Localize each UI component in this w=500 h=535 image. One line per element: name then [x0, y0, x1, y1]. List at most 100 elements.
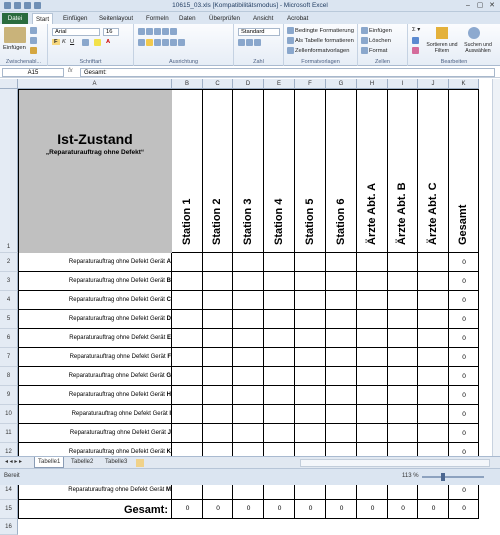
- cell[interactable]: [418, 348, 449, 367]
- font-color-button[interactable]: A: [106, 39, 110, 45]
- horizontal-scrollbar[interactable]: [300, 459, 490, 467]
- cell[interactable]: [203, 348, 233, 367]
- column-header-10[interactable]: K: [449, 79, 479, 89]
- cell[interactable]: [233, 272, 264, 291]
- cell[interactable]: [388, 310, 418, 329]
- merge-center-icon[interactable]: [178, 39, 185, 46]
- formula-input[interactable]: Gesamt:: [80, 68, 495, 77]
- cell[interactable]: [172, 424, 203, 443]
- cell[interactable]: [172, 329, 203, 348]
- cell[interactable]: [357, 424, 388, 443]
- column-header-7[interactable]: H: [357, 79, 388, 89]
- row-header-6[interactable]: 6: [0, 329, 18, 348]
- format-as-table-button[interactable]: Als Tabelle formatieren: [287, 37, 354, 44]
- sheet-tab-tabelle3[interactable]: Tabelle3: [102, 457, 130, 468]
- row-header-5[interactable]: 5: [0, 310, 18, 329]
- fill-color-icon[interactable]: [94, 39, 101, 46]
- cell[interactable]: [357, 310, 388, 329]
- tab-ansicht[interactable]: Ansicht: [250, 13, 276, 24]
- format-painter-icon[interactable]: [30, 47, 37, 54]
- cell[interactable]: [388, 348, 418, 367]
- cell[interactable]: [233, 405, 264, 424]
- wrap-text-icon[interactable]: [170, 28, 177, 35]
- row-header-11[interactable]: 11: [0, 424, 18, 443]
- border-icon[interactable]: [82, 39, 89, 46]
- cell[interactable]: [418, 367, 449, 386]
- cell[interactable]: [233, 424, 264, 443]
- select-all-corner[interactable]: [0, 79, 18, 89]
- sheet-tab-tabelle2[interactable]: Tabelle2: [68, 457, 96, 468]
- cell[interactable]: [172, 291, 203, 310]
- cell[interactable]: [172, 367, 203, 386]
- cell[interactable]: [172, 405, 203, 424]
- cell[interactable]: [233, 253, 264, 272]
- cell[interactable]: [326, 253, 357, 272]
- cell[interactable]: [388, 424, 418, 443]
- delete-cells-button[interactable]: Löschen: [361, 37, 391, 44]
- column-header-8[interactable]: I: [388, 79, 418, 89]
- vertical-scrollbar[interactable]: [492, 79, 500, 456]
- cell[interactable]: [172, 310, 203, 329]
- bold-button[interactable]: F: [52, 39, 60, 45]
- cell[interactable]: [326, 367, 357, 386]
- cell[interactable]: [388, 291, 418, 310]
- underline-button[interactable]: U: [70, 39, 74, 45]
- cell[interactable]: [326, 272, 357, 291]
- find-select-icon[interactable]: [468, 27, 480, 39]
- cell[interactable]: [326, 348, 357, 367]
- cell[interactable]: [203, 329, 233, 348]
- percent-icon[interactable]: [246, 39, 253, 46]
- column-header-3[interactable]: D: [233, 79, 264, 89]
- close-button[interactable]: ✕: [487, 1, 497, 10]
- zoom-slider-handle[interactable]: [441, 473, 445, 481]
- cell[interactable]: [326, 405, 357, 424]
- cell[interactable]: [357, 291, 388, 310]
- cell[interactable]: [233, 348, 264, 367]
- row-header-15[interactable]: 15: [0, 500, 18, 519]
- column-header-2[interactable]: C: [203, 79, 233, 89]
- cell[interactable]: [264, 329, 295, 348]
- cell[interactable]: [264, 272, 295, 291]
- cell[interactable]: [388, 272, 418, 291]
- fx-icon[interactable]: fx: [68, 68, 73, 74]
- cell[interactable]: [295, 367, 326, 386]
- align-bottom-icon[interactable]: [154, 28, 161, 35]
- cell[interactable]: [418, 310, 449, 329]
- cell[interactable]: [326, 329, 357, 348]
- cell[interactable]: [357, 405, 388, 424]
- cell[interactable]: [418, 291, 449, 310]
- cell[interactable]: [418, 272, 449, 291]
- thousands-icon[interactable]: [254, 39, 261, 46]
- column-header-5[interactable]: F: [295, 79, 326, 89]
- fill-icon[interactable]: [412, 37, 419, 44]
- find-select-button[interactable]: Suchen und Auswählen: [460, 42, 496, 54]
- minimize-button[interactable]: –: [463, 1, 473, 10]
- cut-icon[interactable]: [30, 27, 37, 34]
- align-right-icon[interactable]: [154, 39, 161, 46]
- indent-decrease-icon[interactable]: [162, 39, 169, 46]
- cell[interactable]: [203, 386, 233, 405]
- sheet-tab-tabelle1[interactable]: Tabelle1: [34, 457, 65, 468]
- insert-cells-button[interactable]: Einfügen: [361, 27, 392, 34]
- cell[interactable]: [295, 253, 326, 272]
- row-header-1[interactable]: 1: [0, 89, 18, 253]
- maximize-button[interactable]: ▢: [475, 1, 485, 10]
- font-name-select[interactable]: Arial: [52, 28, 100, 36]
- cell[interactable]: [295, 386, 326, 405]
- tab-daten[interactable]: Daten: [176, 13, 199, 24]
- cell[interactable]: [326, 291, 357, 310]
- cell[interactable]: [203, 272, 233, 291]
- cell[interactable]: [388, 405, 418, 424]
- cell[interactable]: [264, 424, 295, 443]
- row-header-4[interactable]: 4: [0, 291, 18, 310]
- tab-einfuegen[interactable]: Einfügen: [60, 13, 90, 24]
- row-header-10[interactable]: 10: [0, 405, 18, 424]
- cell[interactable]: [326, 424, 357, 443]
- row-header-8[interactable]: 8: [0, 367, 18, 386]
- cell[interactable]: [418, 329, 449, 348]
- align-center-icon[interactable]: [146, 39, 153, 46]
- column-header-1[interactable]: B: [172, 79, 203, 89]
- cell[interactable]: [326, 310, 357, 329]
- zoom-level[interactable]: 113 %: [402, 473, 419, 479]
- new-sheet-icon[interactable]: [136, 459, 144, 467]
